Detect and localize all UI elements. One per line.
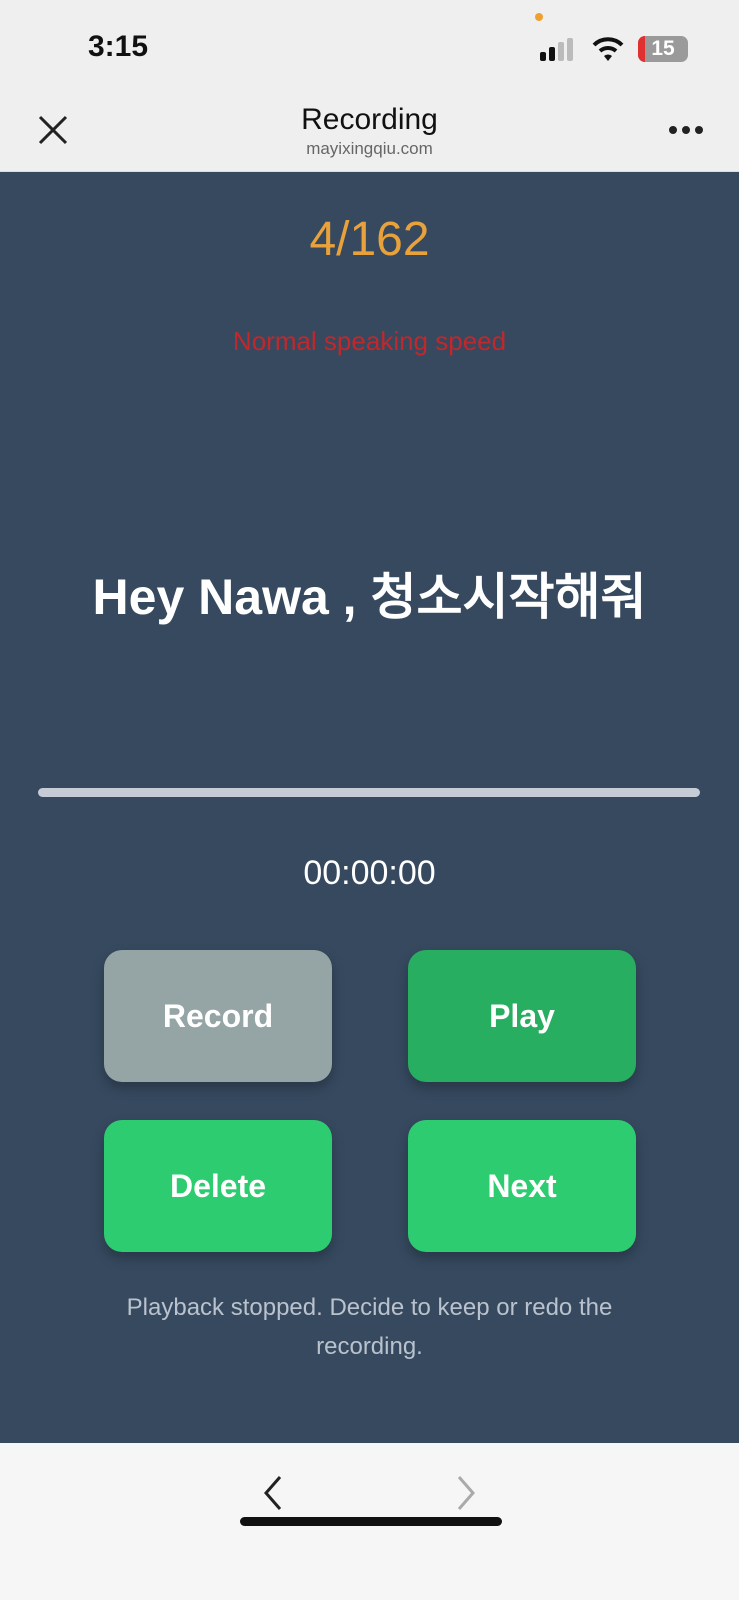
page-domain: mayixingqiu.com bbox=[306, 139, 433, 158]
prompt-phrase: Hey Nawa , 청소시작해줘 bbox=[92, 569, 647, 625]
page-title: Recording bbox=[301, 103, 438, 136]
speed-hint: Normal speaking speed bbox=[232, 326, 507, 356]
recording-panel: 4/162 Normal speaking speed Hey Nawa , 청… bbox=[0, 172, 739, 1443]
delete-button[interactable]: Delete bbox=[104, 1120, 332, 1252]
browser-header: Recording mayixingqiu.com bbox=[0, 95, 739, 172]
clock: 3:15 bbox=[88, 30, 149, 63]
progress-counter: 4/162 bbox=[309, 213, 430, 266]
chevron-left-icon[interactable] bbox=[262, 1475, 284, 1511]
next-button[interactable]: Next bbox=[408, 1120, 636, 1252]
record-button[interactable]: Record bbox=[104, 950, 332, 1082]
battery-level: 15 bbox=[651, 37, 675, 60]
status-message: Playback stopped. Decide to keep or redo… bbox=[126, 1294, 613, 1360]
mic-indicator-dot bbox=[535, 13, 543, 21]
play-button[interactable]: Play bbox=[408, 950, 636, 1082]
timer: 00:00:00 bbox=[303, 854, 436, 892]
signal-icon bbox=[540, 38, 573, 61]
more-icon[interactable] bbox=[668, 125, 704, 135]
home-indicator[interactable] bbox=[240, 1517, 502, 1526]
wifi-icon bbox=[592, 37, 624, 61]
audio-progress-bar[interactable] bbox=[38, 788, 700, 797]
status-bar: 3:15 15 bbox=[0, 0, 739, 95]
battery-icon: 15 bbox=[638, 36, 688, 62]
chevron-right-icon[interactable] bbox=[455, 1475, 477, 1511]
